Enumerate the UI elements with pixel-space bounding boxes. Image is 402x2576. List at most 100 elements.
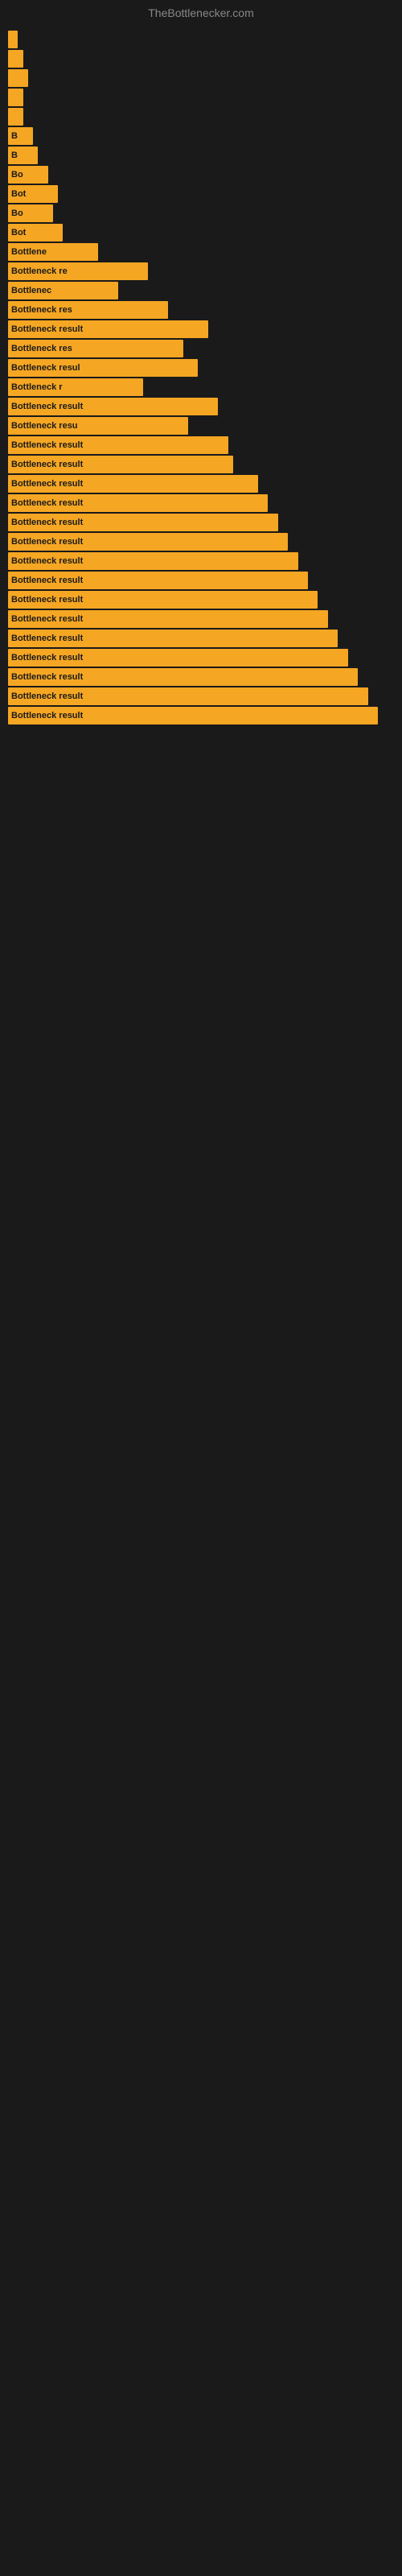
bar: Bo: [8, 204, 53, 222]
bar-row: Bot: [8, 224, 402, 242]
bar: Bottleneck resul: [8, 359, 198, 377]
bar-row: Bottleneck result: [8, 591, 402, 609]
bar: [8, 31, 18, 48]
bar: Bottleneck resu: [8, 417, 188, 435]
bar: Bo: [8, 166, 48, 184]
bar-row: Bottleneck result: [8, 552, 402, 570]
bar: Bottleneck result: [8, 668, 358, 686]
bar-row: Bottleneck result: [8, 572, 402, 589]
bar-row: Bottleneck result: [8, 610, 402, 628]
bar-row: [8, 108, 402, 126]
bar-row: Bottleneck res: [8, 340, 402, 357]
bar-row: Bottleneck result: [8, 494, 402, 512]
bar: Bot: [8, 224, 63, 242]
bar-row: Bottleneck res: [8, 301, 402, 319]
bar-row: B: [8, 147, 402, 164]
bar-label: Bottleneck result: [11, 537, 83, 547]
bar: Bottleneck res: [8, 301, 168, 319]
bar-label: Bottleneck result: [11, 460, 83, 469]
bar-row: Bottleneck result: [8, 436, 402, 454]
bar-label: Bottleneck re: [11, 266, 68, 276]
bar-row: [8, 31, 402, 48]
bar-label: Bottleneck result: [11, 576, 83, 585]
bar-row: Bottleneck result: [8, 649, 402, 667]
bar-label: Bottlenec: [11, 286, 51, 295]
bar: Bottlenec: [8, 282, 118, 299]
bar: [8, 108, 23, 126]
bar-label: Bottleneck resul: [11, 363, 80, 373]
bar-row: Bottlene: [8, 243, 402, 261]
bar: Bottleneck result: [8, 514, 278, 531]
bar-label: Bottleneck result: [11, 402, 83, 411]
bar-label: Bottleneck res: [11, 344, 72, 353]
bar: Bottleneck result: [8, 494, 268, 512]
bar: Bottleneck result: [8, 436, 228, 454]
bar: Bottleneck result: [8, 572, 308, 589]
bar: Bottleneck result: [8, 649, 348, 667]
bar-row: [8, 50, 402, 68]
bar-label: Bottleneck result: [11, 711, 83, 720]
bar-label: Bottleneck result: [11, 556, 83, 566]
bar: Bottleneck result: [8, 687, 368, 705]
bar-label: Bottleneck result: [11, 614, 83, 624]
bar-label: Bottleneck result: [11, 634, 83, 643]
bar-label: Bottlene: [11, 247, 47, 257]
bar: Bottleneck result: [8, 398, 218, 415]
bar-label: B: [11, 151, 18, 160]
bar-row: Bottleneck result: [8, 707, 402, 724]
bar: Bottlene: [8, 243, 98, 261]
bar: Bottleneck r: [8, 378, 143, 396]
bar: Bottleneck re: [8, 262, 148, 280]
bar-row: Bottleneck result: [8, 514, 402, 531]
bar-label: Bo: [11, 208, 23, 218]
bar: Bottleneck result: [8, 456, 233, 473]
site-title: TheBottlenecker.com: [0, 0, 402, 23]
bar: Bot: [8, 185, 58, 203]
bar-label: Bo: [11, 170, 23, 180]
bar-row: Bo: [8, 204, 402, 222]
bar: Bottleneck result: [8, 533, 288, 551]
bar-row: Bottleneck result: [8, 668, 402, 686]
bar: Bottleneck result: [8, 475, 258, 493]
bar-label: B: [11, 131, 18, 141]
bar-row: Bottleneck r: [8, 378, 402, 396]
bar-label: Bottleneck result: [11, 595, 83, 605]
bar: [8, 89, 23, 106]
bar-row: Bot: [8, 185, 402, 203]
bar: Bottleneck result: [8, 552, 298, 570]
bar: Bottleneck result: [8, 591, 318, 609]
bar-label: Bot: [11, 189, 26, 199]
bar-label: Bottleneck result: [11, 518, 83, 527]
bar: Bottleneck result: [8, 610, 328, 628]
bar-row: Bottleneck re: [8, 262, 402, 280]
bars-container: B B Bo Bot Bo Bot Bottlene Bottleneck re Bottlen…: [0, 23, 402, 734]
bar: Bottleneck result: [8, 630, 338, 647]
bar-row: Bottleneck result: [8, 475, 402, 493]
bar-label: Bottleneck result: [11, 672, 83, 682]
bar-row: Bottleneck resu: [8, 417, 402, 435]
bar-label: Bottleneck result: [11, 440, 83, 450]
bar: B: [8, 127, 33, 145]
bar: [8, 50, 23, 68]
bar-row: Bo: [8, 166, 402, 184]
bar-label: Bot: [11, 228, 26, 237]
bar-label: Bottleneck resu: [11, 421, 78, 431]
bar: Bottleneck result: [8, 320, 208, 338]
bar-row: B: [8, 127, 402, 145]
bar-row: Bottleneck result: [8, 630, 402, 647]
bar-row: Bottleneck result: [8, 398, 402, 415]
bar-label: Bottleneck r: [11, 382, 63, 392]
bar-label: Bottleneck result: [11, 324, 83, 334]
bar: B: [8, 147, 38, 164]
bar-row: [8, 89, 402, 106]
bar-row: Bottleneck result: [8, 533, 402, 551]
bar-row: Bottlenec: [8, 282, 402, 299]
bar-label: Bottleneck result: [11, 653, 83, 663]
bar-row: [8, 69, 402, 87]
bar-row: Bottleneck result: [8, 320, 402, 338]
bar-row: Bottleneck result: [8, 456, 402, 473]
bar-row: Bottleneck result: [8, 687, 402, 705]
bar-label: Bottleneck result: [11, 691, 83, 701]
bar-row: Bottleneck resul: [8, 359, 402, 377]
bar: Bottleneck res: [8, 340, 183, 357]
